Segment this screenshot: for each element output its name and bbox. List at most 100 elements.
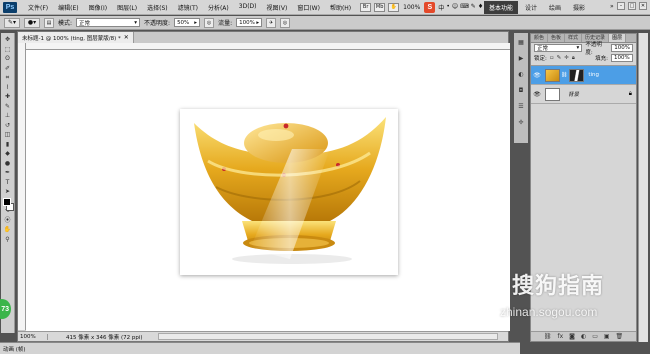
fx-icon[interactable]: fx [557, 333, 563, 340]
pressure-opacity-icon[interactable]: ◎ [204, 17, 215, 28]
layer-opacity-input[interactable]: 100% [611, 44, 633, 52]
pen-tool-icon[interactable]: ✒ [2, 169, 14, 178]
path-select-tool-icon[interactable]: ➤ [2, 188, 14, 197]
hand-view-icon[interactable]: ✋ [388, 2, 400, 12]
bridge-icon[interactable]: Br [360, 2, 372, 12]
workspace-essentials[interactable]: 基本功能 [484, 1, 519, 14]
link-layers-icon[interactable]: ⛓︎ [544, 333, 552, 340]
color-swatches[interactable] [3, 198, 14, 212]
brush-panel-icon[interactable]: ▤ [44, 17, 54, 28]
menu-image[interactable]: 图像(I) [84, 3, 112, 12]
mini-bridge-icon[interactable]: Mb [374, 2, 386, 12]
eraser-tool-icon[interactable]: ◫ [2, 131, 14, 140]
layer-mask-thumbnail[interactable] [569, 68, 585, 82]
clone-stamp-tool-icon[interactable]: ⊥ [2, 112, 14, 121]
menu-view[interactable]: 视图(V) [262, 3, 293, 12]
gradient-tool-icon[interactable]: ▮ [2, 141, 14, 150]
add-mask-icon[interactable]: ◙ [569, 333, 575, 340]
tab-swatches[interactable]: 色板 [548, 34, 566, 42]
menu-select[interactable]: 选择(S) [142, 3, 173, 12]
app-zoom-level[interactable]: 100% [403, 4, 420, 11]
mode-select[interactable]: 正常 ▾ [76, 18, 141, 27]
ime-icon[interactable]: 中 [438, 3, 444, 12]
layer-thumbnail[interactable] [545, 68, 560, 82]
document-tab[interactable]: 未标题-1 @ 100% (ting, 图层蒙版/8) * ✕ [18, 32, 134, 43]
eyedropper-tool-icon[interactable]: ⌇ [2, 84, 14, 93]
marquee-tool-icon[interactable]: ⬚ [2, 46, 14, 55]
brush-tool-preset-icon[interactable]: ✎▾ [4, 17, 20, 28]
new-group-icon[interactable]: ▭ [592, 333, 598, 340]
status-zoom[interactable]: 100% [18, 333, 48, 340]
lock-paint-icon[interactable]: ✎ [557, 55, 562, 62]
workspace-more-icon[interactable]: » [610, 3, 614, 10]
ime-icon[interactable]: ☺ [452, 3, 458, 12]
sogou-ime-icon[interactable]: S [424, 1, 436, 13]
new-layer-icon[interactable]: ▣ [604, 333, 610, 340]
layer-row-background[interactable]: 👁︎ 背景 🔒︎ [531, 85, 636, 104]
menu-help[interactable]: 帮助(H) [325, 3, 356, 12]
history-brush-tool-icon[interactable]: ↺ [2, 122, 14, 131]
blur-tool-icon[interactable]: ◆ [2, 150, 14, 159]
ime-icon[interactable]: • [446, 3, 450, 12]
lock-all-icon[interactable]: 🔒︎ [572, 55, 575, 62]
pressure-size-icon[interactable]: ◎ [280, 17, 291, 28]
flow-input[interactable]: 100% ▸ [236, 18, 263, 27]
history-panel-icon[interactable]: ▦ [516, 39, 526, 48]
brush-tool-icon[interactable]: ✎ [2, 103, 14, 112]
actions-panel-icon[interactable]: ▶ [516, 55, 526, 64]
airbrush-icon[interactable]: ✈ [266, 17, 277, 28]
paths-panel-icon[interactable]: ✢ [516, 119, 526, 128]
status-doc-size[interactable]: 415 像素 x 346 像素 (72 ppi) [48, 333, 143, 341]
tab-styles[interactable]: 样式 [565, 34, 583, 42]
blend-mode-select[interactable]: 正常 ▾ [534, 44, 583, 52]
document-canvas[interactable] [26, 50, 510, 331]
brush-size-picker[interactable]: ●▾ [24, 17, 40, 28]
ime-icon[interactable]: ✎ [471, 3, 476, 12]
layer-name[interactable]: 背景 [568, 90, 579, 98]
close-icon[interactable]: ✕ [639, 2, 647, 10]
maximize-icon[interactable]: □ [628, 2, 636, 10]
menu-3d[interactable]: 3D(D) [234, 3, 262, 12]
adjustments-panel-icon[interactable]: ◐ [516, 71, 526, 80]
fill-input[interactable]: 100% [611, 54, 633, 62]
ime-icon[interactable]: ♦ [478, 3, 483, 12]
workspace-design[interactable]: 设计 [520, 1, 542, 14]
animation-panel-tab[interactable]: 动画 (帧) [0, 342, 520, 354]
vertical-ruler[interactable] [18, 43, 26, 330]
ime-icon[interactable]: ⌨ [460, 3, 469, 12]
zoom-tool-icon[interactable]: ⚲ [2, 236, 14, 245]
horizontal-scrollbar[interactable] [158, 333, 498, 340]
minimize-icon[interactable]: – [617, 2, 625, 10]
horizontal-ruler[interactable] [26, 43, 510, 50]
masks-panel-icon[interactable]: ◘ [516, 87, 526, 96]
quick-select-tool-icon[interactable]: ✐ [2, 65, 14, 74]
type-tool-icon[interactable]: T [2, 179, 14, 188]
trash-icon[interactable]: 🗑︎ [616, 333, 624, 340]
3d-camera-tool-icon[interactable]: ⦿ [2, 217, 14, 226]
layer-name[interactable]: ting [588, 72, 599, 78]
panel-scrollbar[interactable] [638, 33, 648, 342]
healing-tool-icon[interactable]: ✚ [2, 93, 14, 102]
move-tool-icon[interactable]: ✥ [2, 36, 14, 45]
layer-thumbnail[interactable] [545, 87, 560, 101]
close-tab-icon[interactable]: ✕ [124, 34, 129, 41]
adjustment-layer-icon[interactable]: ◐ [581, 333, 586, 340]
dodge-tool-icon[interactable]: ● [2, 160, 14, 169]
foreground-color-swatch[interactable] [3, 198, 11, 206]
menu-analysis[interactable]: 分析(A) [203, 3, 234, 12]
workspace-photography[interactable]: 摄影 [568, 1, 590, 14]
menu-file[interactable]: 文件(F) [23, 3, 53, 12]
lasso-tool-icon[interactable]: ʘ [2, 55, 14, 64]
opacity-input[interactable]: 50% ▸ [174, 18, 201, 27]
workspace-painting[interactable]: 绘画 [544, 1, 566, 14]
crop-tool-icon[interactable]: ⌗ [2, 74, 14, 83]
link-icon[interactable]: ⛓︎ [561, 72, 567, 78]
tab-layers[interactable]: 图层 [609, 34, 627, 42]
hand-tool-icon[interactable]: ✋ [2, 226, 14, 235]
eye-icon[interactable]: 👁︎ [531, 91, 543, 98]
layer-row-ting[interactable]: 👁︎ ⛓︎ ting [531, 66, 636, 85]
eye-icon[interactable]: 👁︎ [531, 72, 543, 79]
menu-layer[interactable]: 图层(L) [112, 3, 142, 12]
tab-color[interactable]: 颜色 [531, 34, 549, 42]
menu-edit[interactable]: 编辑(E) [53, 3, 83, 12]
